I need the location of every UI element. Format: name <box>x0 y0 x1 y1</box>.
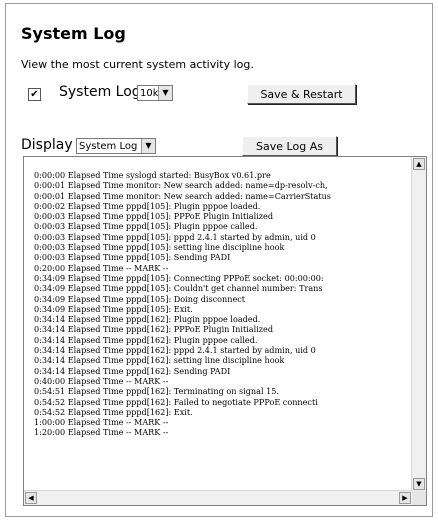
log-line: 0:34:14 Elapsed Time pppd[162]: Plugin p… <box>34 314 261 325</box>
log-settings-row: ✔ System Log 10k ▼ Save & Restart <box>28 84 428 104</box>
display-select[interactable]: System Log ▼ <box>76 138 156 154</box>
page-title: System Log <box>21 24 126 43</box>
display-select-value: System Log <box>79 141 138 152</box>
page-description: View the most current system activity lo… <box>21 58 254 71</box>
log-line: 0:34:14 Elapsed Time pppd[162]: Sending … <box>34 365 231 376</box>
log-line: 0:00:01 Elapsed Time monitor: New search… <box>34 180 328 191</box>
save-log-as-button[interactable]: Save Log As <box>242 136 337 156</box>
log-textarea[interactable]: 0:00:00 Elapsed Time syslogd started: Bu… <box>23 156 427 506</box>
system-log-panel: System Log View the most current system … <box>5 3 433 517</box>
log-line: 0:40:00 Elapsed Time -- MARK -- <box>34 375 169 386</box>
log-size-select[interactable]: 10k ▼ <box>137 85 173 101</box>
log-line: 0:20:00 Elapsed Time -- MARK -- <box>34 262 169 273</box>
log-line: 0:34:09 Elapsed Time pppd[105]: Exit. <box>34 303 193 314</box>
log-line: 0:34:09 Elapsed Time pppd[105]: Couldn't… <box>34 283 323 294</box>
scroll-right-icon[interactable]: ▶ <box>399 492 411 504</box>
chevron-down-icon: ▼ <box>141 139 155 153</box>
log-line: 0:34:09 Elapsed Time pppd[105]: Connecti… <box>34 272 324 283</box>
log-line: 0:54:52 Elapsed Time pppd[162]: Exit. <box>34 406 193 417</box>
log-line: 0:00:00 Elapsed Time syslogd started: Bu… <box>34 170 271 180</box>
log-line: 0:00:03 Elapsed Time pppd[105]: PPPoE Pl… <box>34 211 274 222</box>
save-restart-button[interactable]: Save & Restart <box>247 84 356 104</box>
vertical-scrollbar[interactable]: ▲ ▼ <box>411 157 426 491</box>
log-line: 0:00:03 Elapsed Time pppd[105]: Sending … <box>34 252 231 263</box>
log-content: 0:00:00 Elapsed Time syslogd started: Bu… <box>34 170 410 487</box>
system-log-label: System Log <box>59 84 141 100</box>
log-line: 0:34:14 Elapsed Time pppd[162]: Plugin p… <box>34 334 258 345</box>
system-log-checkbox[interactable]: ✔ <box>28 88 41 101</box>
display-label: Display <box>21 137 73 153</box>
chevron-down-icon: ▼ <box>158 86 172 100</box>
log-line: 1:20:00 Elapsed Time -- MARK -- <box>34 427 169 438</box>
scrollbar-corner <box>412 491 426 505</box>
log-line: 0:34:14 Elapsed Time pppd[162]: PPPoE Pl… <box>34 324 274 335</box>
log-line: 0:00:01 Elapsed Time monitor: New search… <box>34 190 331 201</box>
horizontal-scrollbar[interactable]: ◀ ▶ <box>24 490 412 505</box>
log-line: 0:34:14 Elapsed Time pppd[162]: setting … <box>34 355 285 366</box>
log-line: 1:00:00 Elapsed Time -- MARK -- <box>34 417 169 428</box>
log-line: 0:00:03 Elapsed Time pppd[105]: Plugin p… <box>34 221 258 232</box>
log-line: 0:34:14 Elapsed Time pppd[162]: pppd 2.4… <box>34 345 316 356</box>
scroll-left-icon[interactable]: ◀ <box>25 492 37 504</box>
log-line: 0:54:51 Elapsed Time pppd[162]: Terminat… <box>34 386 279 397</box>
log-line: 0:00:03 Elapsed Time pppd[105]: setting … <box>34 242 285 253</box>
log-line: 0:00:02 Elapsed Time pppd[105]: Plugin p… <box>34 200 261 211</box>
log-line: 0:00:03 Elapsed Time pppd[105]: pppd 2.4… <box>34 231 316 242</box>
scroll-up-icon[interactable]: ▲ <box>413 158 425 170</box>
log-size-value: 10k <box>140 88 159 99</box>
log-line: 0:54:52 Elapsed Time pppd[162]: Failed t… <box>34 396 318 407</box>
scroll-down-icon[interactable]: ▼ <box>413 478 425 490</box>
log-line: 0:34:09 Elapsed Time pppd[105]: Doing di… <box>34 293 246 304</box>
